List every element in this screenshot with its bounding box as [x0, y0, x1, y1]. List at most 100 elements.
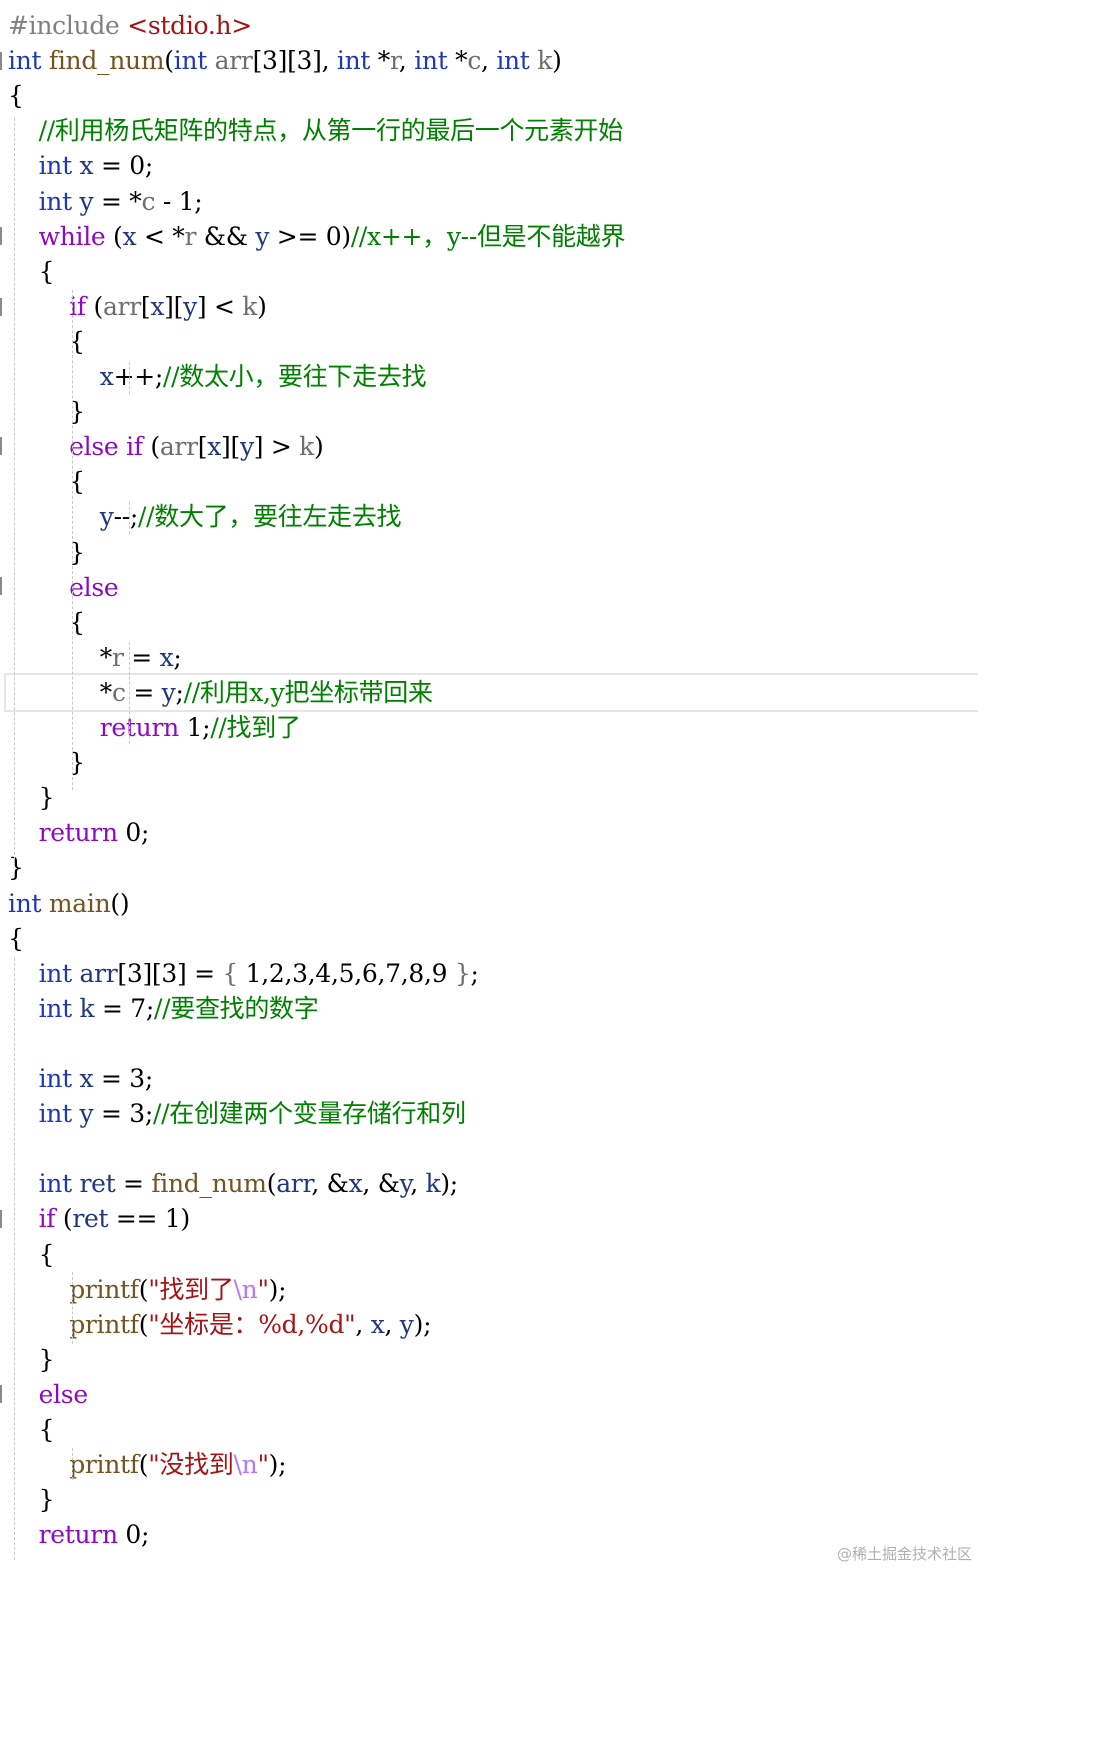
code-line[interactable]: {	[8, 605, 85, 640]
code-token: (	[55, 1204, 73, 1234]
code-token: &&	[196, 221, 256, 251]
fold-marker[interactable]	[0, 577, 5, 595]
fold-marker[interactable]	[0, 1210, 5, 1228]
code-token: int	[414, 46, 448, 76]
code-token: arr	[207, 46, 253, 76]
code-line[interactable]: return 1;//找到了	[8, 710, 301, 745]
watermark: @稀土掘金技术社区	[836, 1545, 972, 1563]
code-token: int	[38, 186, 73, 216]
code-line[interactable]: int y = 3;//在创建两个变量存储行和列	[8, 1096, 466, 1131]
fold-marker[interactable]	[0, 52, 5, 70]
code-token: );	[440, 1169, 458, 1199]
fold-marker[interactable]	[0, 437, 5, 455]
code-line[interactable]: int ret = find_num(arr, &x, &y, k);	[8, 1166, 459, 1201]
code-token: //利用杨氏矩阵的特点，从第一行的最后一个元素开始	[38, 116, 624, 146]
code-line[interactable]: int find_num(int arr[3][3], int *r, int …	[8, 43, 562, 78]
code-token: (	[138, 1309, 149, 1339]
code-token: printf	[69, 1450, 139, 1480]
code-line[interactable]: }	[8, 535, 85, 570]
code-token: }	[8, 537, 85, 567]
code-token: ] >	[253, 432, 300, 462]
code-token: arr	[159, 432, 198, 462]
code-line[interactable]: printf("没找到\n");	[8, 1447, 286, 1482]
code-line[interactable]: int k = 7;//要查找的数字	[8, 991, 319, 1026]
code-line[interactable]: int main()	[8, 886, 130, 921]
code-token: *	[370, 46, 391, 76]
code-line[interactable]: int y = *c - 1;	[8, 184, 203, 219]
code-line[interactable]: }	[8, 394, 85, 429]
fold-marker[interactable]	[0, 227, 5, 245]
code-line[interactable]: int x = 3;	[8, 1061, 154, 1096]
fold-marker[interactable]	[0, 298, 5, 316]
code-token: x	[71, 151, 94, 181]
code-token: *	[447, 46, 468, 76]
code-token: y	[99, 502, 114, 532]
code-line[interactable]: //利用杨氏矩阵的特点，从第一行的最后一个元素开始	[8, 113, 624, 148]
code-line[interactable]: while (x < *r && y >= 0)//x++，y--但是不能越界	[8, 219, 626, 254]
code-token: #include	[8, 11, 128, 40]
code-token: y	[71, 1099, 94, 1129]
code-line[interactable]: }	[8, 745, 85, 780]
code-line[interactable]: }	[8, 850, 24, 885]
code-line[interactable]: else	[8, 570, 119, 605]
code-line[interactable]: else if (arr[x][y] > k)	[8, 429, 324, 464]
code-token: );	[268, 1274, 287, 1304]
code-line[interactable]: int x = 0;	[8, 148, 154, 183]
code-line[interactable]: if (ret == 1)	[8, 1201, 191, 1236]
code-token: int	[173, 46, 208, 76]
code-line[interactable]: *r = x;	[8, 640, 182, 675]
code-token: )	[314, 432, 324, 462]
code-token: [3][3] =	[117, 958, 223, 988]
code-line[interactable]: {	[8, 324, 85, 359]
code-line[interactable]: else	[8, 1377, 89, 1412]
code-token: (	[266, 1169, 277, 1199]
code-line-current[interactable]: *c = y;//利用x,y把坐标带回来	[4, 672, 978, 712]
code-line[interactable]: printf("找到了\n");	[8, 1272, 286, 1307]
code-token: y	[255, 221, 270, 251]
indent-guide	[72, 290, 73, 790]
code-line[interactable]: return 0;	[8, 815, 150, 850]
code-token: {	[8, 326, 85, 356]
code-token: y	[239, 432, 254, 462]
code-token: (	[164, 46, 174, 76]
code-token: find_num	[48, 46, 165, 76]
code-token: else	[38, 1379, 89, 1409]
code-token: - 1;	[155, 186, 203, 216]
code-line[interactable]: {	[8, 921, 24, 956]
code-token: r	[184, 221, 197, 251]
code-token: y	[161, 677, 176, 707]
code-line[interactable]: {	[8, 464, 85, 499]
code-token: {	[8, 607, 85, 637]
code-token: return	[38, 818, 118, 848]
code-token: x	[150, 291, 165, 321]
code-token: , &	[311, 1169, 349, 1199]
code-editor[interactable]: #include <stdio.h> int find_num(int arr[3…	[0, 0, 978, 1568]
code-token: , &	[362, 1169, 400, 1199]
code-token: "没找到	[148, 1450, 234, 1480]
code-token: //在创建两个变量存储行和列	[153, 1099, 466, 1129]
code-line[interactable]: int arr[3][3] = { 1,2,3,4,5,6,7,8,9 };	[8, 956, 479, 991]
code-line[interactable]: {	[8, 78, 24, 113]
code-token: int	[38, 1099, 73, 1129]
code-token: else	[69, 432, 119, 462]
code-line[interactable]: #include <stdio.h>	[8, 8, 252, 43]
fold-marker[interactable]	[0, 1385, 5, 1403]
code-line[interactable]: y--;//数大了，要往左走去找	[8, 499, 402, 534]
indent-guide	[129, 362, 130, 394]
code-token: x	[99, 362, 114, 391]
code-token: 1,2,3,4,5,6,7,8,9	[237, 958, 455, 988]
code-line[interactable]: return 0;	[8, 1517, 150, 1552]
code-token: k	[299, 432, 315, 462]
code-token: "	[257, 1274, 269, 1304]
code-line[interactable]: if (arr[x][y] < k)	[8, 289, 267, 324]
code-token: y	[399, 1309, 414, 1339]
code-token: ret	[71, 1169, 116, 1199]
code-token: x	[159, 642, 174, 672]
code-token: = *	[93, 186, 142, 216]
code-line[interactable]: x++;//数太小，要往下走去找	[8, 359, 427, 394]
